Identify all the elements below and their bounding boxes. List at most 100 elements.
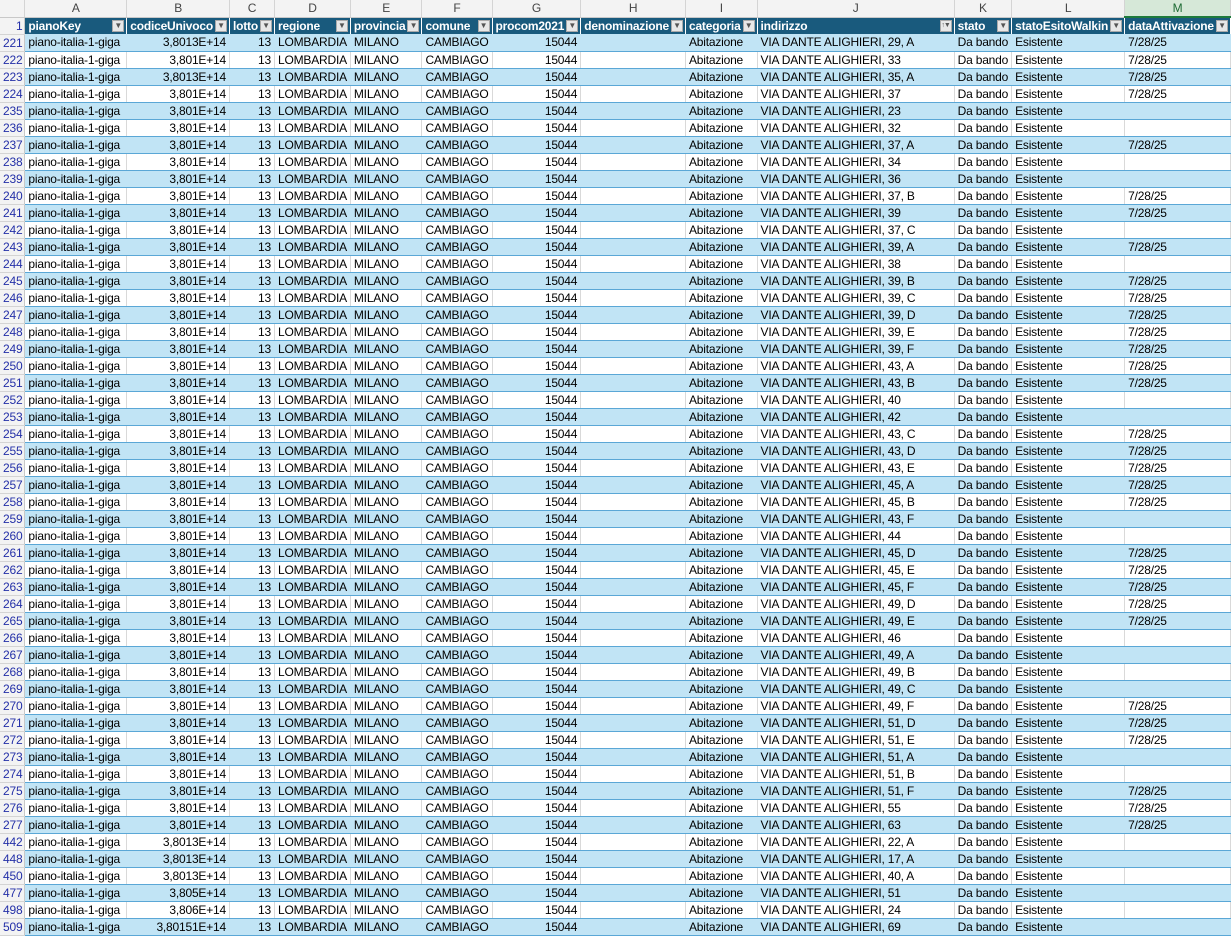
cell-regione[interactable]: LOMBARDIA: [274, 255, 351, 273]
cell-procom2021[interactable]: 15044: [492, 102, 582, 120]
cell-comune[interactable]: CAMBIAGO: [421, 102, 493, 120]
cell-comune[interactable]: CAMBIAGO: [421, 646, 493, 664]
cell-statoesitowalkin[interactable]: Esistente: [1011, 102, 1126, 120]
column-header-a[interactable]: A: [24, 0, 128, 18]
cell-indirizzo[interactable]: VIA DANTE ALIGHIERI, 39, B: [757, 272, 955, 290]
cell-statoesitowalkin[interactable]: Esistente: [1011, 68, 1126, 86]
cell-categoria[interactable]: Abitazione: [685, 272, 758, 290]
cell-provincia[interactable]: MILANO: [350, 544, 423, 562]
cell-indirizzo[interactable]: VIA DANTE ALIGHIERI, 51, D: [757, 714, 955, 732]
cell-lotto[interactable]: 13: [229, 527, 275, 545]
cell-regione[interactable]: LOMBARDIA: [274, 238, 351, 256]
cell-procom2021[interactable]: 15044: [492, 765, 582, 783]
cell-codiceunivoco[interactable]: 3,801E+14: [126, 476, 230, 494]
cell-provincia[interactable]: MILANO: [350, 629, 423, 647]
cell-procom2021[interactable]: 15044: [492, 255, 582, 273]
cell-statoesitowalkin[interactable]: Esistente: [1011, 595, 1126, 613]
cell-codiceunivoco[interactable]: 3,801E+14: [126, 459, 230, 477]
cell-categoria[interactable]: Abitazione: [685, 238, 758, 256]
cell-regione[interactable]: LOMBARDIA: [274, 85, 351, 103]
row-number[interactable]: 258: [0, 493, 26, 511]
cell-provincia[interactable]: MILANO: [350, 680, 423, 698]
filter-dropdown-icon[interactable]: ▼: [997, 19, 1010, 32]
cell-comune[interactable]: CAMBIAGO: [421, 748, 493, 766]
cell-procom2021[interactable]: 15044: [492, 816, 582, 834]
cell-codiceunivoco[interactable]: 3,801E+14: [126, 680, 230, 698]
cell-provincia[interactable]: MILANO: [350, 561, 423, 579]
header-cell-pianokey[interactable]: pianoKey ▼: [24, 17, 128, 34]
cell-stato[interactable]: Da bando: [954, 544, 1013, 562]
cell-regione[interactable]: LOMBARDIA: [274, 153, 351, 171]
cell-dataattivazione[interactable]: 7/28/25: [1124, 136, 1231, 154]
cell-denominazione[interactable]: [580, 816, 686, 834]
cell-categoria[interactable]: Abitazione: [685, 748, 758, 766]
cell-indirizzo[interactable]: VIA DANTE ALIGHIERI, 45, B: [757, 493, 955, 511]
cell-comune[interactable]: CAMBIAGO: [421, 34, 493, 52]
cell-stato[interactable]: Da bando: [954, 833, 1013, 851]
cell-regione[interactable]: LOMBARDIA: [274, 765, 351, 783]
cell-categoria[interactable]: Abitazione: [685, 578, 758, 596]
column-header-b[interactable]: B: [126, 0, 230, 18]
cell-provincia[interactable]: MILANO: [350, 850, 423, 868]
cell-lotto[interactable]: 13: [229, 816, 275, 834]
cell-comune[interactable]: CAMBIAGO: [421, 306, 493, 324]
cell-provincia[interactable]: MILANO: [350, 238, 423, 256]
cell-indirizzo[interactable]: VIA DANTE ALIGHIERI, 24: [757, 901, 955, 919]
cell-codiceunivoco[interactable]: 3,801E+14: [126, 408, 230, 426]
header-cell-procom2021[interactable]: procom2021 ▼: [492, 17, 582, 34]
cell-codiceunivoco[interactable]: 3,801E+14: [126, 170, 230, 188]
cell-lotto[interactable]: 13: [229, 561, 275, 579]
cell-procom2021[interactable]: 15044: [492, 68, 582, 86]
cell-categoria[interactable]: Abitazione: [685, 884, 758, 902]
filter-dropdown-icon[interactable]: ▼: [566, 19, 579, 32]
cell-stato[interactable]: Da bando: [954, 374, 1013, 392]
cell-indirizzo[interactable]: VIA DANTE ALIGHIERI, 45, D: [757, 544, 955, 562]
cell-pianokey[interactable]: piano-italia-1-giga: [24, 901, 128, 919]
cell-pianokey[interactable]: piano-italia-1-giga: [24, 884, 128, 902]
cell-provincia[interactable]: MILANO: [350, 153, 423, 171]
cell-denominazione[interactable]: [580, 731, 686, 749]
cell-dataattivazione[interactable]: [1124, 102, 1231, 120]
cell-regione[interactable]: LOMBARDIA: [274, 442, 351, 460]
cell-indirizzo[interactable]: VIA DANTE ALIGHIERI, 40, A: [757, 867, 955, 885]
cell-stato[interactable]: Da bando: [954, 799, 1013, 817]
cell-indirizzo[interactable]: VIA DANTE ALIGHIERI, 43, E: [757, 459, 955, 477]
column-header-c[interactable]: C: [229, 0, 275, 18]
row-number[interactable]: 245: [0, 272, 26, 290]
cell-indirizzo[interactable]: VIA DANTE ALIGHIERI, 51, E: [757, 731, 955, 749]
cell-indirizzo[interactable]: VIA DANTE ALIGHIERI, 45, A: [757, 476, 955, 494]
header-cell-comune[interactable]: comune ▼: [421, 17, 493, 34]
cell-regione[interactable]: LOMBARDIA: [274, 884, 351, 902]
row-number[interactable]: 252: [0, 391, 26, 409]
cell-pianokey[interactable]: piano-italia-1-giga: [24, 578, 128, 596]
cell-stato[interactable]: Da bando: [954, 170, 1013, 188]
cell-statoesitowalkin[interactable]: Esistente: [1011, 510, 1126, 528]
cell-indirizzo[interactable]: VIA DANTE ALIGHIERI, 36: [757, 170, 955, 188]
column-header-h[interactable]: H: [580, 0, 686, 18]
cell-statoesitowalkin[interactable]: Esistente: [1011, 136, 1126, 154]
column-header-e[interactable]: E: [350, 0, 423, 18]
cell-categoria[interactable]: Abitazione: [685, 374, 758, 392]
cell-pianokey[interactable]: piano-italia-1-giga: [24, 646, 128, 664]
row-number[interactable]: 450: [0, 867, 26, 885]
header-cell-dataattivazione[interactable]: dataAttivazione ▼: [1124, 17, 1231, 34]
row-number[interactable]: 477: [0, 884, 26, 902]
cell-categoria[interactable]: Abitazione: [685, 527, 758, 545]
cell-categoria[interactable]: Abitazione: [685, 850, 758, 868]
cell-codiceunivoco[interactable]: 3,801E+14: [126, 391, 230, 409]
cell-provincia[interactable]: MILANO: [350, 442, 423, 460]
cell-comune[interactable]: CAMBIAGO: [421, 221, 493, 239]
cell-provincia[interactable]: MILANO: [350, 255, 423, 273]
cell-statoesitowalkin[interactable]: Esistente: [1011, 867, 1126, 885]
cell-lotto[interactable]: 13: [229, 238, 275, 256]
cell-indirizzo[interactable]: VIA DANTE ALIGHIERI, 42: [757, 408, 955, 426]
cell-dataattivazione[interactable]: [1124, 918, 1231, 936]
cell-dataattivazione[interactable]: 7/28/25: [1124, 323, 1231, 341]
cell-denominazione[interactable]: [580, 255, 686, 273]
cell-lotto[interactable]: 13: [229, 782, 275, 800]
cell-comune[interactable]: CAMBIAGO: [421, 238, 493, 256]
cell-statoesitowalkin[interactable]: Esistente: [1011, 663, 1126, 681]
column-header-g[interactable]: G: [492, 0, 582, 18]
cell-indirizzo[interactable]: VIA DANTE ALIGHIERI, 51, A: [757, 748, 955, 766]
cell-provincia[interactable]: MILANO: [350, 646, 423, 664]
